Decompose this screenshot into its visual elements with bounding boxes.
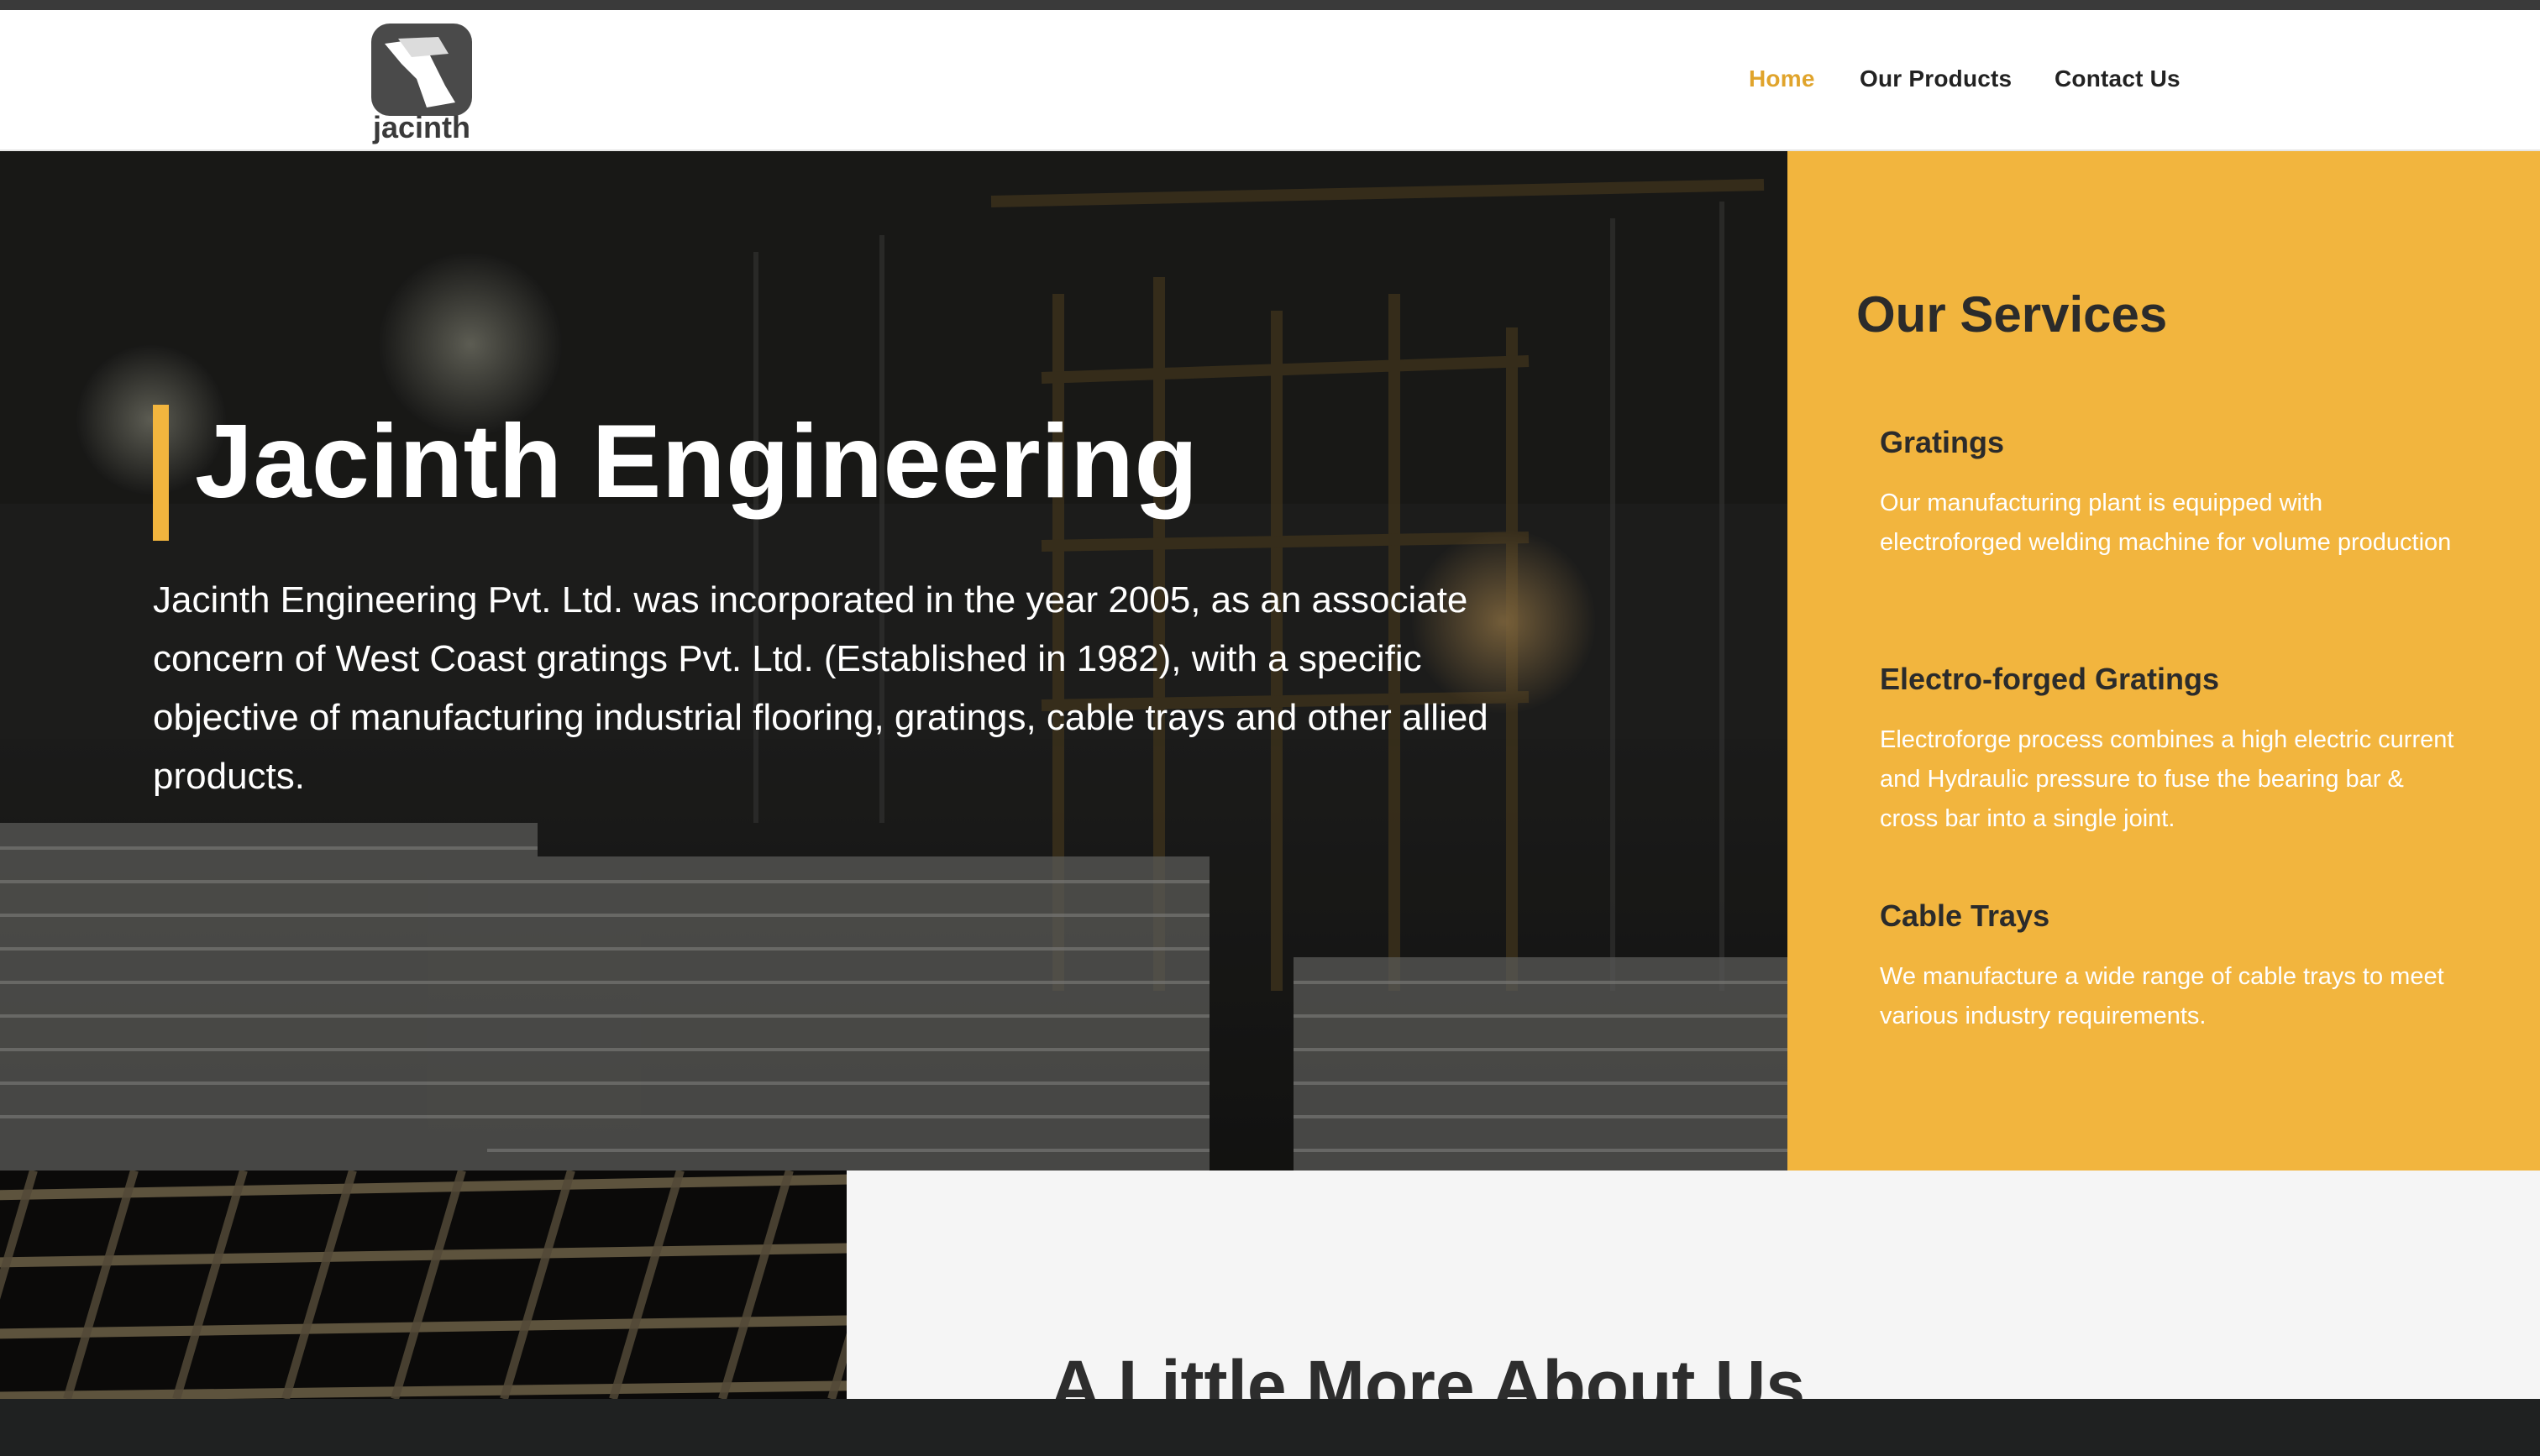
about-heading: A Little More About Us [1050, 1346, 1806, 1399]
nav-home-link[interactable]: Home [1749, 65, 1815, 116]
service-title-electro-forged-gratings: Electro-forged Gratings [1880, 662, 2220, 696]
about-section: A Little More About Us [847, 1171, 2540, 1399]
service-title-cable-trays: Cable Trays [1880, 898, 2050, 933]
grating-photo [0, 1171, 847, 1399]
services-heading: Our Services [1856, 286, 2168, 343]
nav-contact-us-link[interactable]: Contact Us [2055, 65, 2181, 116]
service-text-gratings: Our manufacturing plant is equipped with… [1880, 490, 2452, 556]
service-text-cable-trays: We manufacture a wide range of cable tra… [1880, 963, 2444, 1029]
hero-description: Jacinth Engineering Pvt. Ltd. was incorp… [153, 579, 1488, 797]
logo-wordmark: jacinth [372, 110, 470, 144]
services-panel: Our Services Gratings Our manufacturing … [1787, 151, 2540, 1171]
site-header: jacinth Home Our Products Contact Us [0, 10, 2540, 151]
nav-our-products-link[interactable]: Our Products [1860, 65, 2012, 116]
hero-title-accent-bar [153, 405, 169, 541]
bottom-bar [0, 1399, 2540, 1456]
service-title-gratings: Gratings [1880, 425, 2005, 459]
jacinth-logo[interactable]: jacinth [368, 20, 475, 144]
hero-section: Jacinth Engineering Jacinth Engineering … [0, 151, 1787, 1171]
top-bar [0, 0, 2540, 10]
service-text-electro-forged-gratings: Electroforge process combines a high ele… [1880, 726, 2454, 832]
hero-title: Jacinth Engineering [195, 404, 1199, 520]
